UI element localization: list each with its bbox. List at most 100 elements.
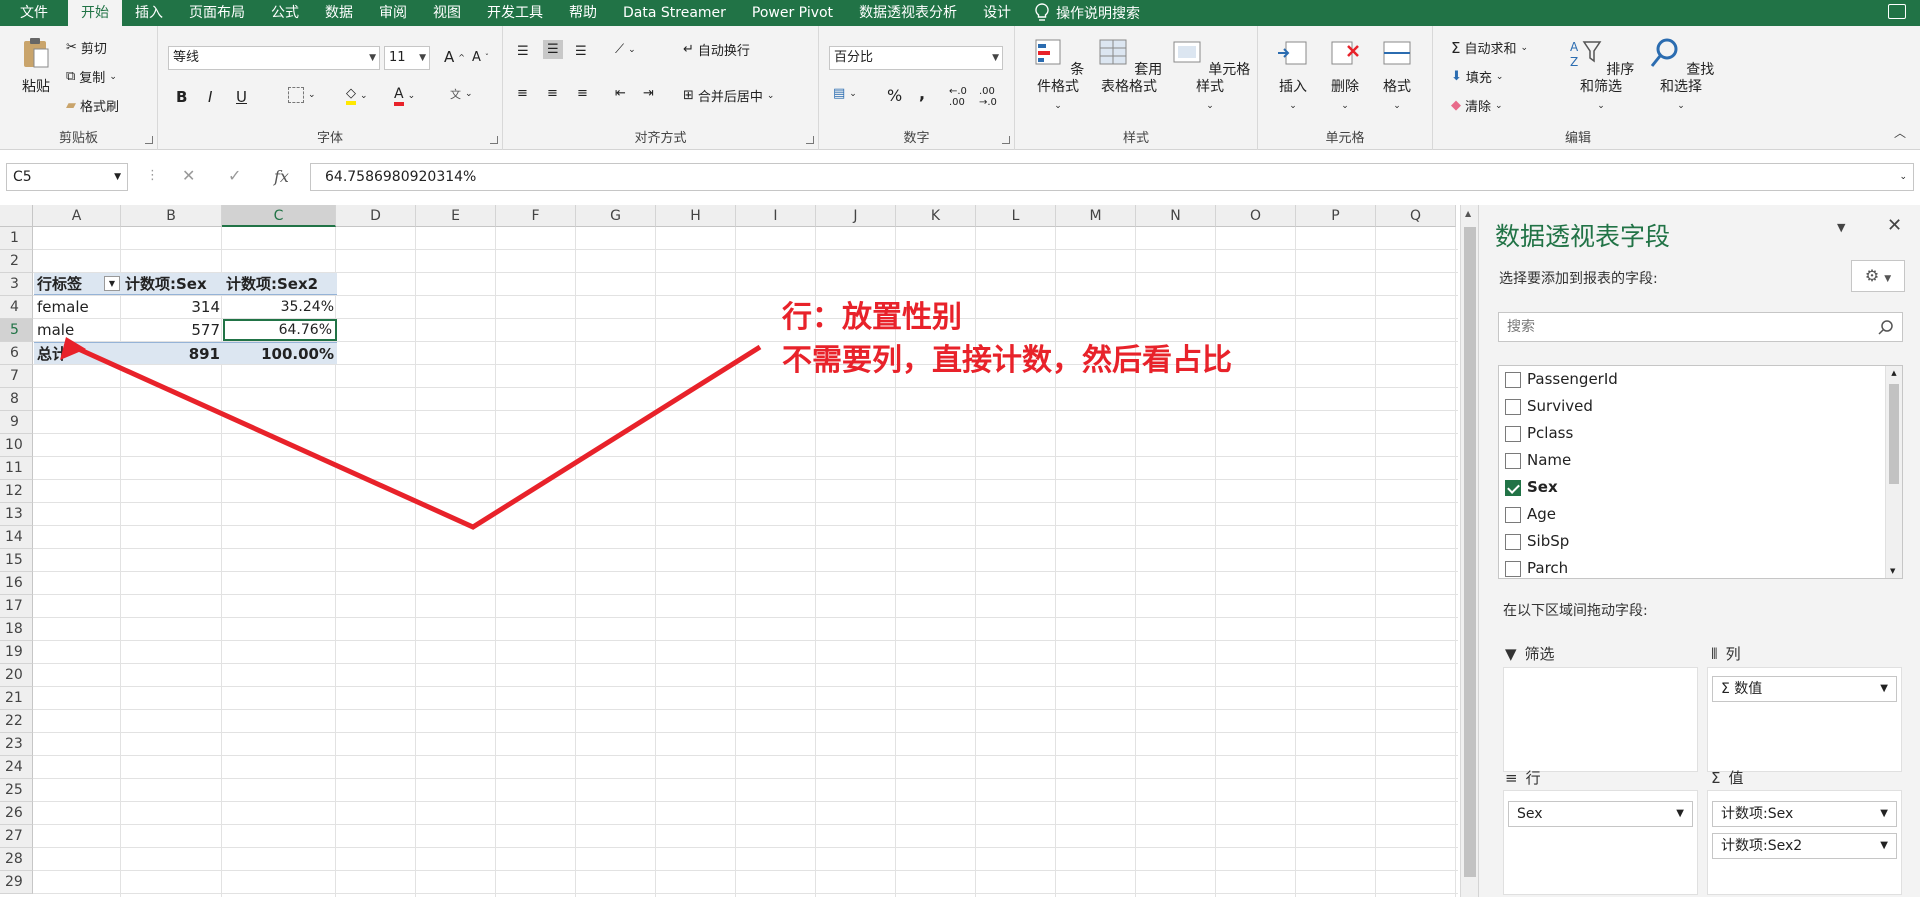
field-checkbox[interactable]: [1505, 453, 1521, 469]
formula-input[interactable]: 64.7586980920314% ⌄: [310, 163, 1914, 191]
row-header[interactable]: 11: [0, 457, 33, 480]
row-header[interactable]: 4: [0, 296, 33, 319]
row-header[interactable]: 5: [0, 319, 33, 342]
close-icon[interactable]: ✕: [1887, 215, 1902, 236]
tab-developer[interactable]: 开发工具: [474, 0, 556, 26]
row-header[interactable]: 18: [0, 618, 33, 641]
column-header[interactable]: F: [496, 205, 576, 227]
row-header[interactable]: 26: [0, 802, 33, 825]
conditional-format-button[interactable]: 条件格式 ⌄: [1025, 36, 1091, 115]
cut-button[interactable]: ✂ 剪切: [66, 38, 107, 57]
pivot-row-pct[interactable]: 35.24%: [223, 296, 337, 318]
tab-formulas[interactable]: 公式: [258, 0, 312, 26]
pivot-header-count-sex2[interactable]: 计数项:Sex2: [223, 273, 337, 295]
merge-center-button[interactable]: ⊞ 合并后居中 ⌄: [683, 86, 774, 105]
borders-button[interactable]: ⌄: [288, 87, 316, 103]
format-painter-button[interactable]: ▰ 格式刷: [66, 96, 119, 115]
cancel-icon[interactable]: ✕: [182, 166, 195, 185]
bold-button[interactable]: B: [176, 88, 187, 106]
row-header[interactable]: 3: [0, 273, 33, 296]
field-name[interactable]: Age: [1527, 505, 1556, 523]
field-checkbox[interactable]: [1505, 372, 1521, 388]
spreadsheet-grid[interactable]: ABCDEFGHIJKLMNOPQ 1 2 3 4 5 6 7 8 9 10 11 12 13 14 15 1…: [0, 205, 1458, 897]
column-header[interactable]: B: [121, 205, 222, 227]
pivot-row-count[interactable]: 577: [122, 319, 223, 341]
row-header[interactable]: 2: [0, 250, 33, 273]
column-header[interactable]: K: [896, 205, 976, 227]
row-header[interactable]: 1: [0, 227, 33, 250]
increase-indent-button[interactable]: ⇥: [643, 86, 654, 101]
column-header[interactable]: M: [1056, 205, 1136, 227]
row-header[interactable]: 21: [0, 687, 33, 710]
fill-color-button[interactable]: ◇ ⌄: [346, 86, 368, 105]
row-header[interactable]: 28: [0, 848, 33, 871]
name-box[interactable]: C5 ▼: [6, 163, 128, 191]
align-center-button[interactable]: ≡: [547, 86, 558, 101]
percent-button[interactable]: %: [887, 86, 902, 105]
pivot-row-count[interactable]: 314: [122, 296, 223, 318]
column-header[interactable]: C: [222, 205, 336, 227]
number-format-select[interactable]: 百分比 ▼: [829, 46, 1003, 70]
column-header[interactable]: N: [1136, 205, 1216, 227]
shrink-font-button[interactable]: Aˇ: [472, 50, 489, 65]
column-header[interactable]: H: [656, 205, 736, 227]
row-header[interactable]: 27: [0, 825, 33, 848]
grow-font-button[interactable]: A ^: [444, 48, 465, 66]
field-checkbox[interactable]: [1505, 480, 1521, 496]
fill-button[interactable]: ⬇ 填充 ⌄: [1451, 67, 1503, 86]
row-header[interactable]: 29: [0, 871, 33, 894]
tab-page-layout[interactable]: 页面布局: [176, 0, 258, 26]
insert-function-icon[interactable]: fx: [274, 167, 289, 186]
insert-cells-button[interactable]: 插入 ⌄: [1268, 36, 1318, 115]
align-top-button[interactable]: ☰: [517, 44, 529, 59]
column-header[interactable]: O: [1216, 205, 1296, 227]
field-checkbox[interactable]: [1505, 507, 1521, 523]
row-header[interactable]: 22: [0, 710, 33, 733]
row-header[interactable]: 20: [0, 664, 33, 687]
field-name[interactable]: PassengerId: [1527, 370, 1618, 388]
clear-button[interactable]: ◆ 清除 ⌄: [1451, 96, 1503, 115]
tab-power-pivot[interactable]: Power Pivot: [739, 0, 846, 26]
field-checkbox[interactable]: [1505, 561, 1521, 577]
row-header[interactable]: 6: [0, 342, 33, 365]
scroll-up-icon[interactable]: ▲: [1465, 209, 1471, 218]
values-drop-area[interactable]: 计数项:Sex ▼ 计数项:Sex2 ▼: [1707, 790, 1902, 895]
row-header[interactable]: 23: [0, 733, 33, 756]
value-field-chip[interactable]: 计数项:Sex ▼: [1712, 801, 1897, 827]
pivot-row-label[interactable]: male: [34, 319, 122, 341]
field-checkbox[interactable]: [1505, 399, 1521, 415]
font-size-select[interactable]: 11 ▼: [384, 46, 430, 70]
find-select-button[interactable]: 查找和选择 ⌄: [1641, 36, 1721, 115]
row-header[interactable]: 9: [0, 411, 33, 434]
tab-view[interactable]: 视图: [420, 0, 474, 26]
scroll-down-icon[interactable]: ▼: [1890, 567, 1895, 575]
field-name[interactable]: Name: [1527, 451, 1571, 469]
field-name[interactable]: Survived: [1527, 397, 1593, 415]
align-middle-button[interactable]: ☰: [543, 40, 563, 59]
row-header[interactable]: 15: [0, 549, 33, 572]
column-header[interactable]: I: [736, 205, 816, 227]
pivot-header-count-sex[interactable]: 计数项:Sex: [122, 273, 223, 295]
copy-button[interactable]: ⧉ 复制 ⌄: [66, 67, 117, 86]
field-name[interactable]: Sex: [1527, 478, 1558, 496]
tab-data[interactable]: 数据: [312, 0, 366, 26]
tab-data-streamer[interactable]: Data Streamer: [610, 0, 739, 26]
comment-icon[interactable]: [1888, 4, 1906, 19]
font-name-select[interactable]: 等线 ▼: [168, 46, 380, 70]
font-color-button[interactable]: A ⌄: [394, 86, 415, 106]
scroll-up-icon[interactable]: ▲: [1886, 369, 1902, 377]
pivot-row-pct-active-cell[interactable]: 64.76%: [223, 319, 337, 341]
row-header[interactable]: 16: [0, 572, 33, 595]
row-header[interactable]: 8: [0, 388, 33, 411]
paste-button[interactable]: 粘贴: [14, 36, 58, 96]
field-checkbox[interactable]: [1505, 534, 1521, 550]
enter-icon[interactable]: ✓: [228, 166, 241, 185]
tab-insert[interactable]: 插入: [122, 0, 176, 26]
tab-help[interactable]: 帮助: [556, 0, 610, 26]
field-name[interactable]: SibSp: [1527, 532, 1569, 550]
pivot-total-pct[interactable]: 100.00%: [223, 342, 337, 364]
clipboard-launcher[interactable]: [145, 136, 153, 144]
pivot-total-label[interactable]: 总计: [34, 342, 122, 364]
panel-options-icon[interactable]: ▼: [1837, 221, 1845, 234]
field-search-input[interactable]: 搜索: [1498, 312, 1903, 342]
